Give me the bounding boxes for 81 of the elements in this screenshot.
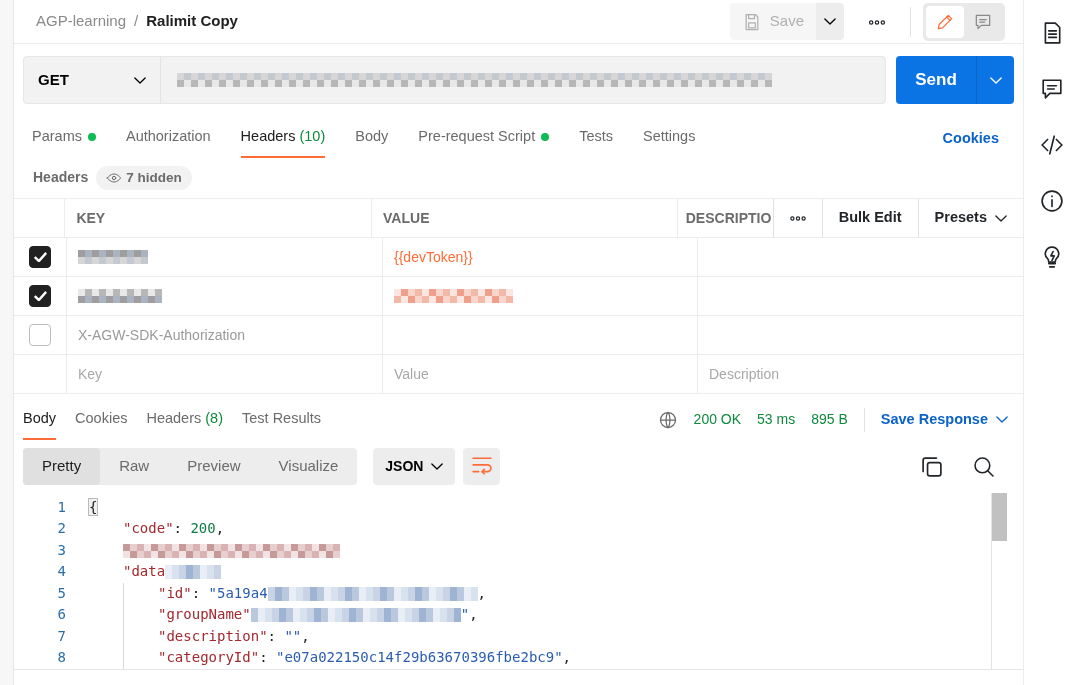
code-token: "data (123, 562, 166, 582)
send-button[interactable]: Send (896, 56, 976, 105)
code-token: "groupName" (158, 605, 251, 625)
line-number: 7 (56, 626, 66, 646)
code-token: "id" (158, 583, 192, 603)
edit-mode-button[interactable] (926, 5, 964, 38)
response-tab[interactable]: Headers (8) (146, 402, 223, 440)
response-size: 895 B (811, 410, 848, 430)
search-icon (974, 457, 994, 478)
send-options-button[interactable] (976, 56, 1014, 105)
method-dropdown[interactable]: GET (24, 57, 161, 104)
view-tab[interactable]: Visualize (259, 447, 358, 485)
caret-icon (996, 416, 1008, 424)
code-token: , (477, 583, 487, 603)
wrap-icon (471, 457, 492, 476)
caret-icon (824, 18, 836, 26)
hidden-headers-toggle[interactable]: 7 hidden (96, 165, 192, 191)
check-icon (33, 252, 47, 263)
caret-icon (431, 462, 444, 470)
line-number: 4 (56, 562, 66, 582)
response-tab[interactable]: Body (23, 402, 57, 440)
redaction-mosaic (165, 565, 222, 580)
status-code: 200 OK (693, 410, 742, 430)
checkbox[interactable] (29, 324, 51, 347)
request-tab[interactable]: Tests (579, 120, 613, 158)
column-header: VALUE (383, 208, 430, 228)
save-options-button[interactable] (816, 3, 844, 41)
caret-icon (134, 76, 146, 84)
code-token: , (469, 605, 478, 625)
line-number: 2 (56, 519, 66, 539)
copy-icon (922, 457, 942, 478)
column-header: DESCRIPTIO (685, 208, 772, 228)
breadcrumb-link[interactable]: AGP-learning (36, 10, 127, 33)
line-number: 8 (56, 648, 66, 668)
code-token: "5a19a4 (208, 583, 268, 603)
code-token: " (460, 605, 470, 625)
caret-icon (989, 76, 1002, 84)
code-icon (1041, 133, 1063, 156)
code-token: : (191, 583, 202, 603)
response-time: 53 ms (757, 410, 796, 430)
globe-icon (657, 409, 678, 430)
header-value: {{devToken}} (394, 247, 473, 267)
header-key: X-AGW-SDK-Authorization (78, 324, 245, 346)
view-tab[interactable]: Pretty (23, 447, 101, 485)
code-line: "code": 200, (123, 519, 225, 539)
cookies-link[interactable]: Cookies (936, 127, 1005, 158)
request-tab[interactable]: Settings (643, 120, 696, 158)
presets-dropdown[interactable]: Presets (917, 199, 1023, 238)
request-tab[interactable]: Pre-request Script (418, 120, 550, 158)
request-title: Ralimit Copy (146, 11, 238, 32)
save-response-dropdown[interactable]: Save Response (863, 408, 1014, 432)
section-label: Headers (33, 168, 89, 188)
scrollbar[interactable] (991, 492, 1007, 669)
column-header: KEY (76, 208, 106, 228)
line-number: 6 (56, 605, 66, 625)
format-dropdown[interactable]: JSON (373, 447, 456, 485)
caret-icon (995, 214, 1007, 222)
request-tab[interactable]: Headers (10) (240, 120, 326, 158)
check-icon (33, 291, 47, 302)
view-tab[interactable]: Raw (100, 447, 169, 485)
request-tab[interactable]: Body (355, 120, 389, 158)
response-tab[interactable]: Cookies (75, 402, 128, 440)
breadcrumb-separator: / (134, 11, 139, 32)
line-number: 5 (56, 583, 66, 603)
view-tab[interactable]: Preview (168, 447, 260, 485)
code-line: "categoryId": "e07a022150c14f29b63670396fbe2bc9", (158, 648, 572, 668)
bulk-edit-button[interactable]: Bulk Edit (821, 199, 918, 238)
comment-icon (1041, 77, 1063, 100)
checkbox[interactable] (29, 246, 51, 269)
line-number: 1 (56, 497, 66, 517)
wrap-lines-button[interactable] (463, 447, 501, 485)
more-icon (868, 19, 886, 25)
more-icon (789, 216, 806, 222)
request-tab[interactable]: Authorization (125, 120, 211, 158)
lightbulb-icon (1041, 245, 1063, 268)
line-number: 3 (56, 540, 66, 560)
request-tab[interactable]: Params (32, 120, 96, 158)
info-icon (1041, 189, 1063, 212)
code-line: "description": "", (158, 626, 310, 646)
checkbox[interactable] (29, 285, 51, 308)
response-tab[interactable]: Test Results (242, 402, 321, 440)
